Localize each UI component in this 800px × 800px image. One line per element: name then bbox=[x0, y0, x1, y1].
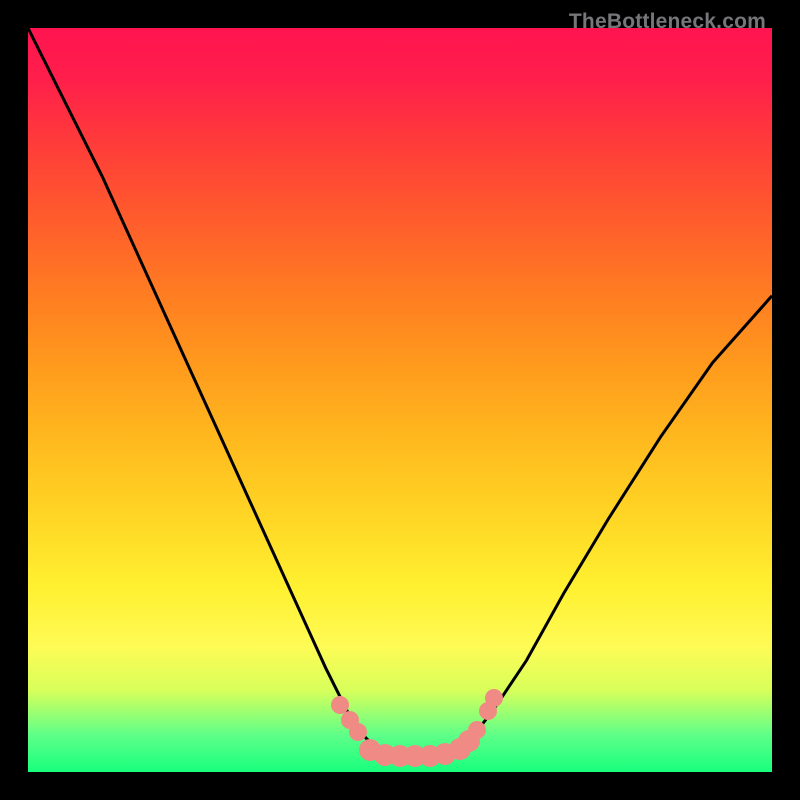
bottleneck-curve bbox=[28, 28, 772, 772]
attribution-text: TheBottleneck.com bbox=[569, 10, 766, 34]
valley-marker bbox=[468, 721, 486, 739]
valley-marker bbox=[485, 689, 503, 707]
valley-marker bbox=[349, 723, 367, 741]
